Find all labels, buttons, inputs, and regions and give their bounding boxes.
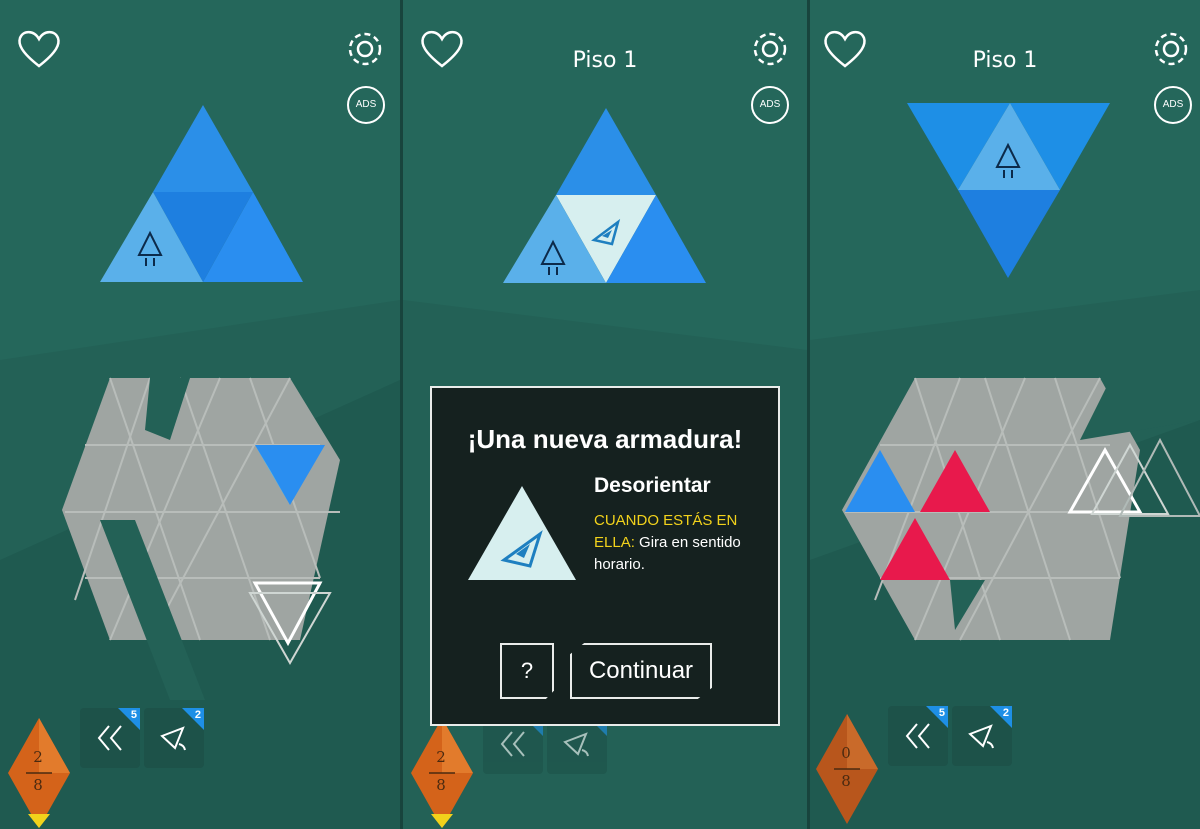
gear-icon[interactable]: [1150, 28, 1192, 70]
disorient-armor-icon: [468, 486, 576, 580]
rewind-icon: [905, 723, 930, 749]
rewind-button[interactable]: 5: [888, 706, 948, 766]
heart-icon[interactable]: [822, 28, 868, 70]
armor-counter-gem: 2 8: [411, 718, 473, 828]
rewind-count: 5: [938, 707, 945, 719]
rewind-icon: [97, 725, 122, 751]
gear-icon[interactable]: [344, 28, 386, 70]
rotate-armor-icon: [563, 732, 589, 757]
armor-counter-gem: 2 8: [8, 718, 70, 828]
dialog-heading: ¡Una nueva armadura!: [467, 424, 743, 454]
gem-numerator: 0: [841, 744, 851, 762]
rotate-armor-icon: [160, 726, 186, 751]
rotate-button[interactable]: 2: [952, 706, 1012, 766]
ads-label: ADS: [1162, 99, 1184, 110]
gem-denominator: 8: [436, 776, 446, 794]
continue-button[interactable]: Continuar: [570, 643, 712, 699]
ads-label: ADS: [759, 99, 781, 110]
gem-numerator: 2: [33, 748, 43, 766]
rotate-button[interactable]: 2: [144, 708, 204, 768]
gem-denominator: 8: [841, 772, 851, 790]
new-armor-dialog: ¡Una nueva armadura! Desorientar CUANDO …: [430, 386, 780, 726]
armor-name: Desorientar: [594, 474, 711, 497]
floor-title: Piso 1: [972, 48, 1038, 73]
no-ads-icon[interactable]: ADS: [347, 86, 385, 124]
game-screen-1: ADS 5 2 2 8: [0, 0, 400, 829]
rotate-count: 2: [1002, 707, 1009, 719]
heart-icon[interactable]: [419, 28, 465, 70]
gem-numerator: 2: [436, 748, 446, 766]
ads-label: ADS: [355, 99, 377, 110]
rotate-count: 2: [194, 709, 201, 721]
rewind-count: 5: [130, 709, 137, 721]
help-button[interactable]: ?: [500, 643, 554, 699]
tile-board: [62, 378, 340, 640]
gear-icon[interactable]: [749, 28, 791, 70]
board-1: [0, 0, 400, 829]
no-ads-icon[interactable]: ADS: [1154, 86, 1192, 124]
gem-denominator: 8: [33, 776, 43, 794]
armor-description: CUANDO ESTÁS EN ELLA: Gira en sentido ho…: [594, 510, 769, 576]
no-ads-icon[interactable]: ADS: [751, 86, 789, 124]
board-3: [810, 0, 1200, 829]
heart-icon[interactable]: [16, 28, 62, 70]
game-screen-3: Piso 1 ADS 5 2 0 8: [810, 0, 1200, 829]
rotate-armor-icon: [968, 724, 994, 749]
armor-counter-gem: 0 8: [816, 714, 878, 824]
rewind-icon: [500, 731, 525, 757]
rewind-button[interactable]: 5: [80, 708, 140, 768]
